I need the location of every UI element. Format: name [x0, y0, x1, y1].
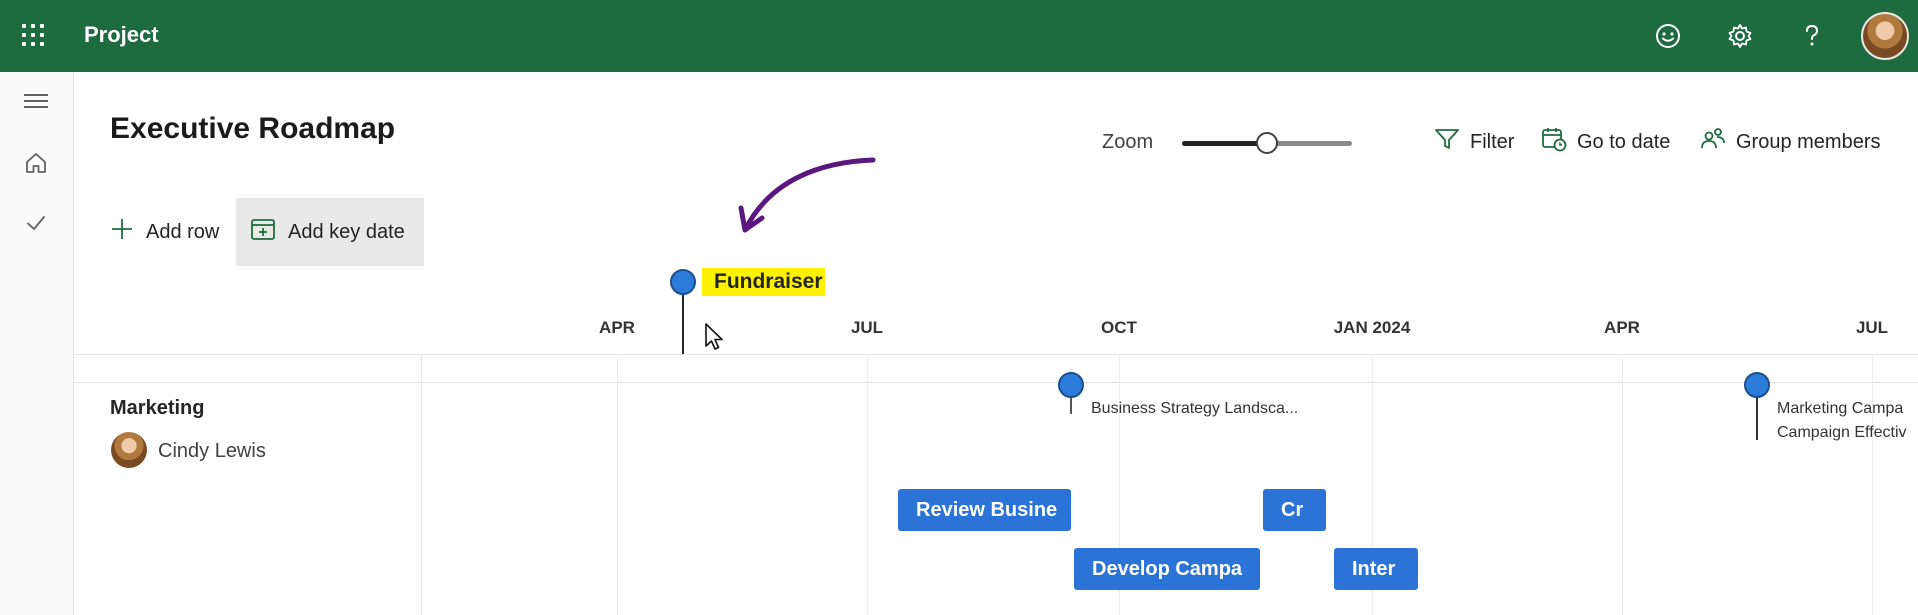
gear-icon[interactable] [1724, 20, 1756, 52]
left-rail [0, 72, 74, 615]
key-date-label-fundraiser[interactable]: Fundraiser [702, 268, 825, 296]
add-key-date-label: Add key date [288, 220, 405, 243]
group-members-button[interactable]: Group members [1700, 128, 1881, 156]
row-divider [74, 382, 1918, 383]
add-row-label: Add row [146, 220, 220, 243]
calendar-clock-icon [1541, 126, 1567, 158]
timeline-bar[interactable]: Inter [1334, 548, 1418, 590]
row-owner[interactable]: Cindy Lewis [158, 440, 266, 463]
timeline-bar[interactable]: Cr [1263, 489, 1326, 531]
timeline-header-divider [74, 354, 1918, 355]
group-members-label: Group members [1736, 130, 1881, 153]
home-icon[interactable] [22, 149, 50, 177]
page-title: Executive Roadmap [110, 112, 396, 145]
gridline [867, 354, 868, 615]
add-row-button[interactable]: Add row [96, 198, 233, 266]
row-title[interactable]: Marketing [110, 397, 204, 420]
gridline [617, 354, 618, 615]
row-label-divider [421, 354, 422, 615]
key-date-marker[interactable] [1744, 372, 1770, 398]
calendar-add-icon [250, 216, 276, 248]
check-icon[interactable] [22, 209, 50, 237]
timeline-bar[interactable]: Develop Campa [1074, 548, 1260, 590]
add-key-date-button[interactable]: Add key date [236, 198, 424, 266]
key-date-label[interactable]: Marketing Campa [1777, 400, 1903, 418]
go-to-date-button[interactable]: Go to date [1541, 128, 1670, 156]
timeline-month-label: JAN 2024 [1333, 318, 1411, 337]
gridline [1872, 354, 1873, 615]
timeline-month-label: JUL [1855, 318, 1889, 337]
filter-button[interactable]: Filter [1434, 128, 1514, 156]
owner-avatar [111, 432, 147, 468]
gridline [1622, 354, 1623, 615]
key-date-marker[interactable] [1058, 372, 1084, 398]
go-to-date-label: Go to date [1577, 130, 1671, 153]
mouse-cursor-icon [705, 323, 723, 350]
key-date-label-line2: Campaign Effectiv [1777, 424, 1907, 441]
waffle-icon[interactable] [22, 24, 46, 48]
user-avatar[interactable] [1861, 12, 1909, 60]
timeline-month-label: APR [599, 318, 635, 337]
app-title[interactable]: Project [84, 22, 159, 48]
hamburger-icon[interactable] [22, 87, 50, 115]
zoom-slider-fill [1182, 141, 1267, 146]
filter-icon [1434, 127, 1460, 157]
zoom-slider-thumb[interactable] [1256, 132, 1278, 154]
timeline-month-label: JUL [850, 318, 884, 337]
app-header: Project [0, 0, 1918, 72]
key-date-marker-fundraiser[interactable] [670, 269, 696, 295]
people-icon [1700, 126, 1726, 158]
zoom-slider[interactable] [1182, 132, 1352, 154]
plus-icon [110, 217, 134, 247]
zoom-label: Zoom [1102, 131, 1154, 153]
timeline-month-label: OCT [1101, 318, 1137, 337]
timeline-bar[interactable]: Review Busine [898, 489, 1071, 531]
question-icon[interactable] [1796, 20, 1828, 52]
filter-label: Filter [1470, 130, 1515, 153]
key-date-label[interactable]: Business Strategy Landsca... [1091, 400, 1298, 418]
timeline-month-label: APR [1604, 318, 1640, 337]
smiley-icon[interactable] [1652, 20, 1684, 52]
